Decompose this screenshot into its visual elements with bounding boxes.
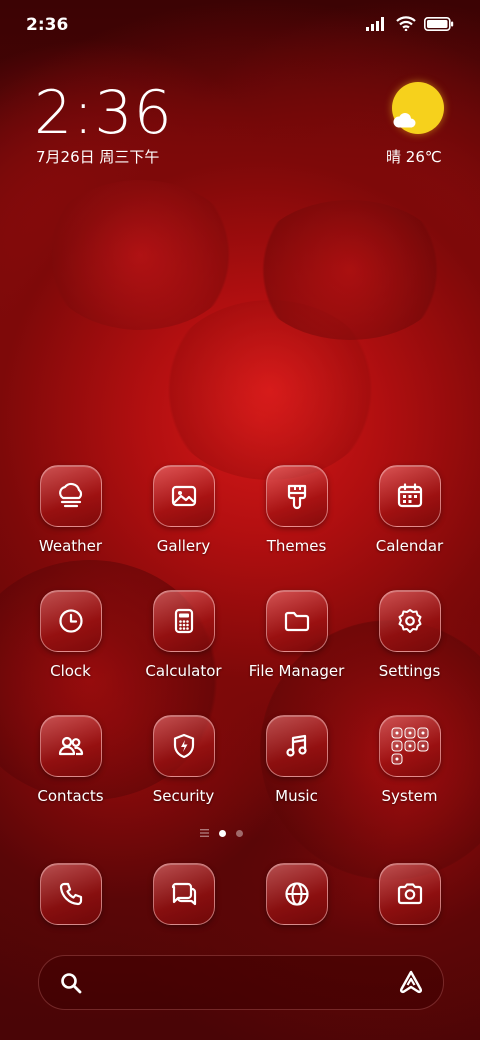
calendar-icon	[397, 483, 423, 508]
music-app-icon[interactable]	[266, 715, 328, 777]
contacts-icon	[58, 736, 84, 756]
home-screen: 2:36 2:36 7月26日 周三下午 晴 26℃ Weather Galle…	[0, 0, 480, 1040]
weather-icon	[59, 482, 83, 508]
app-label-weather[interactable]: Weather	[14, 537, 127, 555]
weather-summary[interactable]: 晴 26℃	[386, 146, 442, 167]
app-label-system[interactable]: System	[353, 787, 466, 805]
clock-widget-time[interactable]: 2:36	[34, 78, 173, 148]
page-dot[interactable]	[236, 829, 243, 837]
themes-app-icon[interactable]	[266, 465, 328, 527]
calculator-app-icon[interactable]	[153, 590, 215, 652]
gallery-app-icon[interactable]	[153, 465, 215, 527]
cloud-icon	[393, 113, 416, 128]
calendar-app-icon[interactable]	[379, 465, 441, 527]
file-manager-app-icon[interactable]	[266, 590, 328, 652]
page-dot-current[interactable]	[219, 829, 226, 837]
battery-icon	[424, 16, 454, 31]
app-label-settings[interactable]: Settings	[353, 662, 466, 680]
weather-temperature: 26℃	[405, 148, 442, 166]
app-label-security[interactable]: Security	[127, 787, 240, 805]
app-label-gallery[interactable]: Gallery	[127, 537, 240, 555]
system-folder-icon	[391, 727, 429, 765]
app-label-file-manager[interactable]: File Manager	[240, 662, 353, 680]
settings-app-icon[interactable]	[379, 590, 441, 652]
app-label-calendar[interactable]: Calendar	[353, 537, 466, 555]
app-label-contacts[interactable]: Contacts	[14, 787, 127, 805]
browser-globe-icon	[285, 882, 309, 906]
search-bar[interactable]	[38, 955, 444, 1010]
wallpaper-petal	[40, 180, 240, 330]
clock-app-icon[interactable]	[40, 590, 102, 652]
app-label-clock[interactable]: Clock	[14, 662, 127, 680]
calculator-icon	[174, 608, 194, 634]
status-bar: 2:36	[0, 0, 480, 52]
dock-browser-button[interactable]	[266, 863, 328, 925]
gear-icon	[398, 609, 422, 633]
phone-icon	[59, 882, 83, 906]
wifi-icon	[396, 16, 416, 31]
security-app-icon[interactable]	[153, 715, 215, 777]
messages-icon	[171, 882, 197, 906]
wallpaper-petal	[250, 200, 450, 340]
signal-icon	[366, 16, 388, 31]
app-label-music[interactable]: Music	[240, 787, 353, 805]
status-time: 2:36	[26, 15, 69, 35]
music-note-icon	[286, 734, 307, 757]
app-label-calculator[interactable]: Calculator	[127, 662, 240, 680]
assistant-icon[interactable]	[397, 969, 425, 995]
shield-icon	[173, 733, 195, 759]
gallery-icon	[171, 485, 197, 507]
folder-icon	[284, 611, 310, 632]
search-icon[interactable]	[59, 971, 83, 995]
camera-icon	[397, 883, 423, 905]
app-label-themes[interactable]: Themes	[240, 537, 353, 555]
weather-condition: 晴	[386, 148, 402, 166]
menu-lines-icon	[200, 829, 209, 837]
system-folder-app-icon[interactable]	[379, 715, 441, 777]
contacts-app-icon[interactable]	[40, 715, 102, 777]
clock-icon	[59, 609, 83, 633]
page-indicator[interactable]	[200, 829, 243, 837]
clock-widget-date[interactable]: 7月26日 周三下午	[36, 146, 159, 167]
dock-phone-button[interactable]	[40, 863, 102, 925]
dock-camera-button[interactable]	[379, 863, 441, 925]
weather-app-icon[interactable]	[40, 465, 102, 527]
themes-brush-icon	[287, 484, 307, 510]
dock-messages-button[interactable]	[153, 863, 215, 925]
status-icons	[366, 16, 454, 31]
